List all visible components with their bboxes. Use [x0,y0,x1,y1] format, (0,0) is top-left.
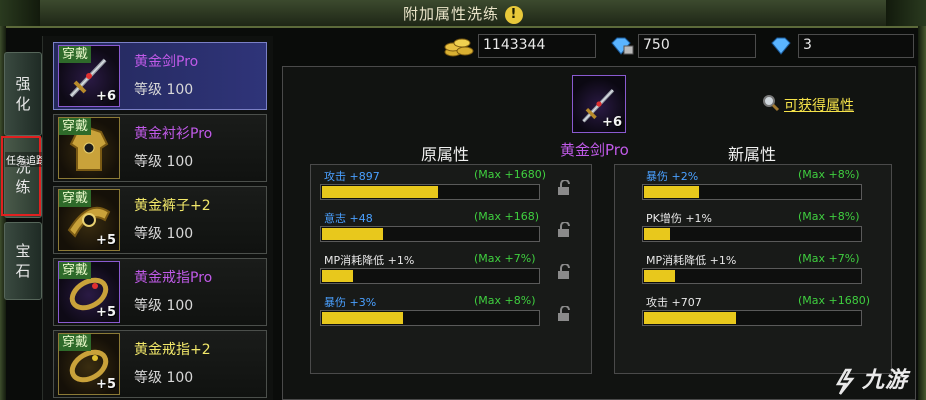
stat-progress-fill [644,270,675,282]
equipped-tag: 穿戴 [59,190,92,207]
gold-coins-icon [444,38,474,57]
stat-label: 攻击 +707 [646,296,702,309]
lock-icon[interactable] [556,264,574,280]
task-tracking-label[interactable]: 任务追踪 [5,152,47,167]
lock-icon[interactable] [556,306,574,322]
stat-max: (Max +7%) [474,252,536,265]
stat-progress-bar [320,310,540,326]
item-name: 黄金戒指+2 [134,342,211,358]
watermark-text: 九游 [861,368,908,393]
selected-equipment-slot: +6 [572,75,626,133]
enhance-level: +5 [96,305,116,320]
item-level: 等级 100 [134,226,194,242]
item-thumb: 穿戴 +5 [58,333,120,395]
stat-label: PK增伤 +1% [646,212,713,225]
bound-diamond-icon [611,37,634,55]
item-name: 黄金剑Pro [134,54,199,70]
stat-progress-fill [322,186,438,198]
stat-label: 暴伤 +2% [646,170,699,183]
stat-label: 攻击 +897 [324,170,380,183]
list-item-ring-2[interactable]: 穿戴 +5 黄金戒指+2 等级 100 [53,330,267,398]
stat-progress-fill [644,312,736,324]
enhance-level: +6 [96,89,116,104]
stat-max: (Max +7%) [798,252,860,265]
stat-progress-fill [322,228,383,240]
stat-progress-bar [320,184,540,200]
item-name: 黄金衬衫Pro [134,126,213,142]
tab-refine-char-2: 练 [15,178,31,196]
item-level: 等级 100 [134,82,194,98]
enhance-level: +5 [96,377,116,392]
list-item-shirt[interactable]: 穿戴 黄金衬衫Pro 等级 100 [53,114,267,182]
item-level: 等级 100 [134,298,194,314]
stat-max: (Max +8%) [474,294,536,307]
stat-progress-bar [642,226,862,242]
frame-right [918,26,926,400]
magnifier-icon [763,95,780,112]
stat-max: (Max +8%) [798,168,860,181]
stat-progress-bar [320,226,540,242]
info-icon[interactable]: ! [505,6,523,24]
diamond-icon [771,37,791,55]
equipped-tag: 穿戴 [59,334,92,351]
item-name: 黄金裤子+2 [134,198,211,214]
lock-icon[interactable] [556,222,574,238]
tab-gem-char-2: 石 [15,262,31,280]
bound-diamond-amount: 750 [638,34,756,58]
diamond-amount: 3 [798,34,914,58]
stat-progress-bar [320,268,540,284]
item-thumb: 穿戴 +5 [58,261,120,323]
tab-gem[interactable]: 宝 石 [4,222,42,300]
item-name: 黄金戒指Pro [134,270,213,286]
tab-enhance[interactable]: 强 化 [4,52,42,136]
stat-max: (Max +168) [474,210,540,223]
obtainable-attributes-link[interactable]: 可获得属性 [784,95,854,115]
stat-max: (Max +1680) [474,168,547,181]
selected-equipment-name: 黄金剑Pro [560,141,629,159]
enhance-level: +5 [96,233,116,248]
equipped-tag: 穿戴 [59,118,92,135]
stat-progress-fill [644,186,699,198]
stat-label: MP消耗降低 +1% [324,254,415,267]
list-item-sword[interactable]: 穿戴 +6 黄金剑Pro 等级 100 [53,42,267,110]
watermark-logo [835,368,855,395]
stat-progress-fill [644,228,670,240]
equipped-tag: 穿戴 [59,46,92,63]
lock-icon[interactable] [556,180,574,196]
window-title: 附加属性洗练 [402,5,499,23]
stat-label: 意志 +48 [324,212,373,225]
stat-progress-bar [642,268,862,284]
list-item-pants[interactable]: 穿戴 +5 黄金裤子+2 等级 100 [53,186,267,254]
window-title-wrap: 附加属性洗练! [0,3,926,24]
item-level: 等级 100 [134,154,194,170]
tab-gem-char-1: 宝 [15,242,31,260]
stat-progress-bar [642,310,862,326]
item-thumb: 穿戴 +5 [58,189,120,251]
enhance-level: +6 [602,115,622,130]
stat-progress-fill [322,312,403,324]
stat-max: (Max +1680) [798,294,871,307]
tab-enhance-char-1: 强 [15,75,31,93]
stat-progress-bar [642,184,862,200]
item-thumb: 穿戴 [58,117,120,179]
equipped-tag: 穿戴 [59,262,92,279]
gold-amount: 1143344 [478,34,596,58]
original-attributes-title: 原属性 [421,145,470,164]
list-item-ring-pro[interactable]: 穿戴 +5 黄金戒指Pro 等级 100 [53,258,267,326]
stat-label: MP消耗降低 +1% [646,254,737,267]
equipment-list: 穿戴 +6 黄金剑Pro 等级 100 穿戴 黄金衬衫Pro 等级 100 穿戴… [42,36,273,400]
tab-refine[interactable]: 洗 练 [4,136,42,218]
item-thumb: 穿戴 +6 [58,45,120,107]
item-level: 等级 100 [134,370,194,386]
new-attributes-title: 新属性 [728,145,777,164]
stat-progress-fill [322,270,353,282]
stat-max: (Max +8%) [798,210,860,223]
stat-label: 暴伤 +3% [324,296,377,309]
tab-enhance-char-2: 化 [15,95,31,113]
